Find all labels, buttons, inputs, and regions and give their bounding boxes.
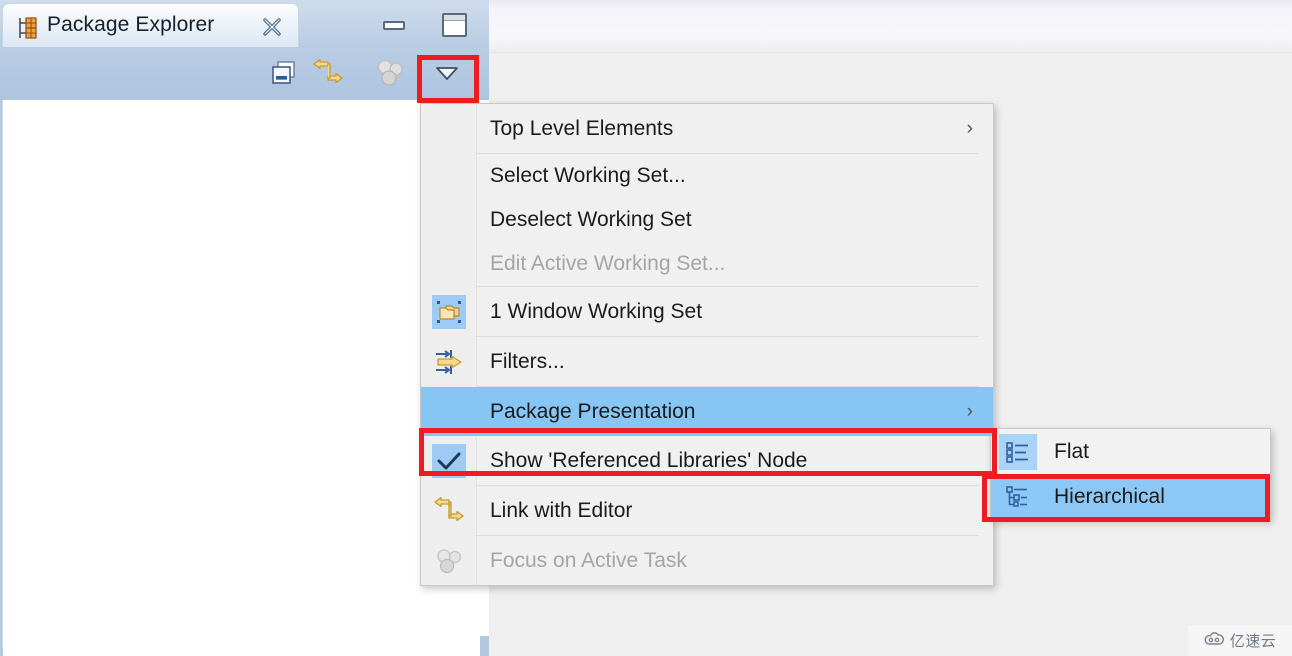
menu-item-label: Package Presentation xyxy=(490,399,696,423)
menu-item-label: Focus on Active Task xyxy=(490,548,687,572)
view-sash[interactable] xyxy=(480,636,489,656)
menu-item-deselect-working-set[interactable]: Deselect Working Set xyxy=(421,198,993,242)
menu-item-label: Filters... xyxy=(490,349,565,373)
collapse-all-icon[interactable] xyxy=(270,59,298,92)
tab-package-explorer[interactable]: Package Explorer xyxy=(2,3,299,47)
minimize-icon[interactable] xyxy=(383,21,405,30)
submenu-item-label: Flat xyxy=(1054,439,1090,463)
cloud-icon xyxy=(1204,631,1226,651)
view-dropdown-menu: Top Level Elements › Select Working Set.… xyxy=(420,103,994,586)
menu-item-label: Top Level Elements xyxy=(490,116,674,140)
submenu-item-flat[interactable]: Flat xyxy=(991,429,1270,474)
editor-tab-strip xyxy=(489,0,1292,53)
menu-item-edit-active-working-set: Edit Active Working Set... xyxy=(421,242,993,286)
package-explorer-icon xyxy=(17,16,39,40)
view-menu-icon[interactable] xyxy=(432,63,462,88)
menu-item-top-level-elements[interactable]: Top Level Elements › xyxy=(421,104,993,153)
package-explorer-view: Package Explorer xyxy=(0,0,489,656)
close-icon[interactable] xyxy=(261,16,283,38)
eclipse-window: Package Explorer Top Level Elements › Se… xyxy=(0,0,1292,656)
menu-item-label: Select Working Set... xyxy=(490,164,686,187)
chevron-right-icon: › xyxy=(966,118,973,139)
menu-item-label: Edit Active Working Set... xyxy=(490,252,726,275)
menu-item-show-referenced-libraries[interactable]: Show 'Referenced Libraries' Node xyxy=(421,436,993,485)
link-with-editor-icon[interactable] xyxy=(312,58,344,94)
menu-item-filters[interactable]: Filters... xyxy=(421,337,993,386)
working-set-icon xyxy=(432,294,466,329)
menu-item-focus-on-active-task: Focus on Active Task xyxy=(421,536,993,585)
submenu-item-hierarchical[interactable]: Hierarchical xyxy=(991,474,1270,519)
watermark: 亿速云 xyxy=(1188,625,1292,656)
link-with-editor-icon xyxy=(432,494,466,528)
menu-item-label: Link with Editor xyxy=(490,498,633,522)
checkmark-icon xyxy=(432,443,466,478)
watermark-text: 亿速云 xyxy=(1229,633,1277,650)
package-presentation-submenu: Flat Hierarchical xyxy=(990,428,1271,520)
view-tab-bar: Package Explorer xyxy=(0,0,489,47)
hierarchical-tree-icon xyxy=(999,479,1037,515)
package-explorer-tree[interactable] xyxy=(2,100,417,648)
focus-on-active-task-icon xyxy=(432,544,466,578)
chevron-right-icon: › xyxy=(966,401,973,422)
menu-item-select-working-set[interactable]: Select Working Set... xyxy=(421,154,993,198)
view-toolbar xyxy=(0,47,489,134)
flat-list-icon xyxy=(999,433,1037,470)
window-buttons xyxy=(383,12,467,38)
filters-icon xyxy=(432,345,466,379)
menu-item-window-working-set[interactable]: 1 Window Working Set xyxy=(421,287,993,336)
submenu-item-label: Hierarchical xyxy=(1054,484,1165,508)
menu-item-label: Show 'Referenced Libraries' Node xyxy=(490,448,808,472)
menu-item-link-with-editor[interactable]: Link with Editor xyxy=(421,486,993,535)
menu-item-label: 1 Window Working Set xyxy=(490,299,703,323)
menu-item-label: Deselect Working Set xyxy=(490,208,692,231)
maximize-icon[interactable] xyxy=(442,13,467,37)
menu-item-package-presentation[interactable]: Package Presentation › xyxy=(421,387,993,436)
focus-on-active-task-icon xyxy=(374,59,406,92)
tab-label: Package Explorer xyxy=(47,13,215,36)
